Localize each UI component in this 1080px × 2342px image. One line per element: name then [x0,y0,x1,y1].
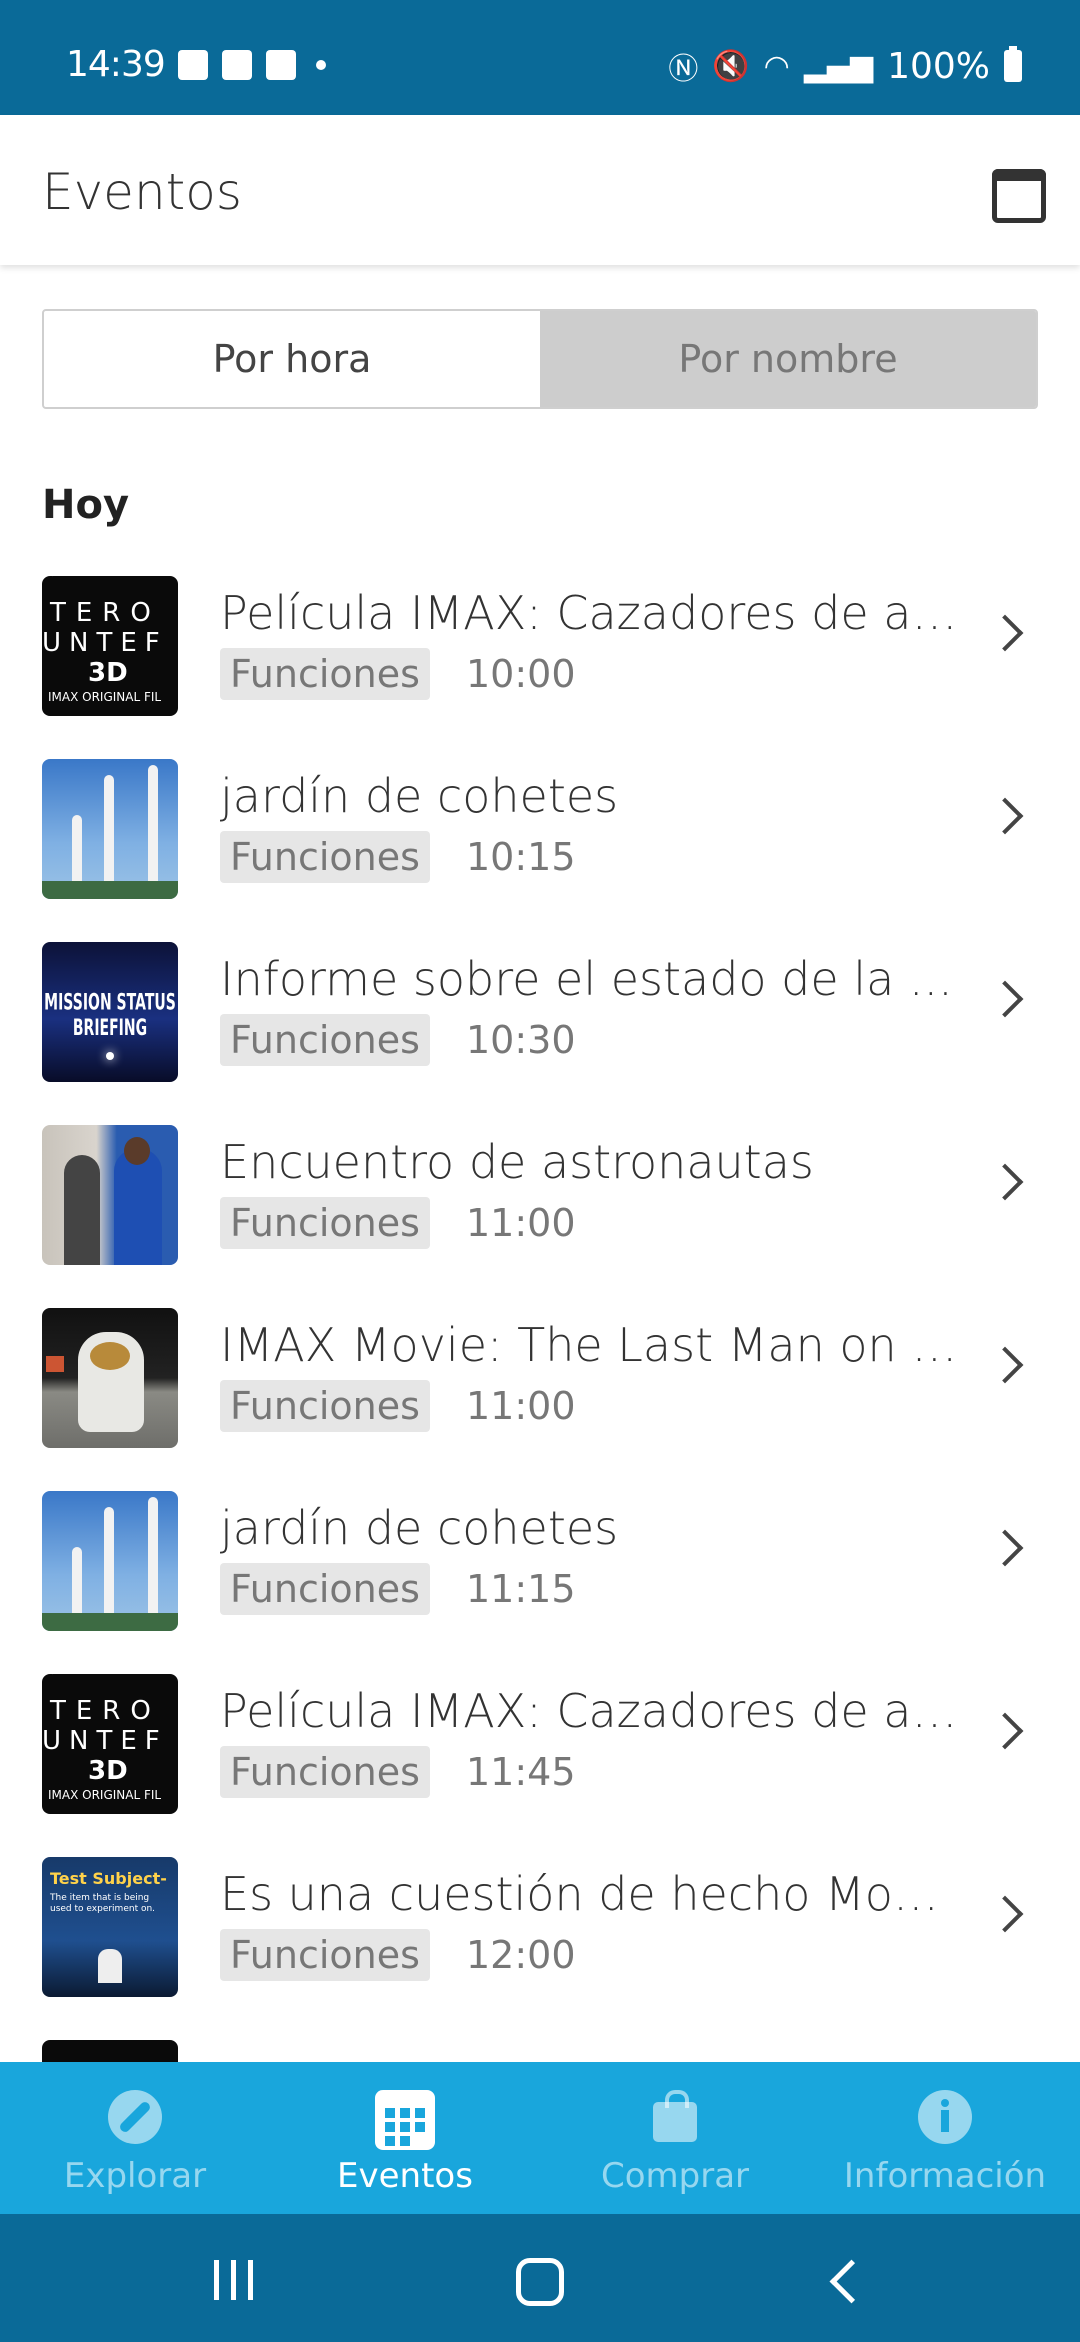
mute-icon: 🔇 [712,48,750,84]
event-thumbnail: TERO UNTEF 3D IMAX ORIGINAL FIL [42,576,178,716]
event-title: IMAX Movie: The Last Man on t... [220,1318,960,1372]
nav-eventos[interactable]: Eventos [270,2062,540,2214]
event-tag: Funciones [220,1929,430,1981]
nav-informacion[interactable]: Información [810,2062,1080,2214]
event-row[interactable]: Test Subject- The item that is being use… [0,1841,1080,2024]
chevron-right-icon [986,1712,1024,1750]
event-row[interactable]: TERO UNTEF 3D IMAX ORIGINAL FIL Película… [0,560,1080,743]
event-title: Es una cuestión de hecho Mos... [220,1867,960,1921]
event-time: 10:30 [466,1018,576,1062]
segment-por-nombre[interactable]: Por nombre [540,311,1036,407]
recent-apps-button[interactable] [214,2260,253,2300]
nav-explorar[interactable]: Explorar [0,2062,270,2214]
shopping-bag-icon [647,2090,703,2146]
back-button[interactable] [829,2259,874,2304]
chevron-right-icon [986,1895,1024,1933]
system-navigation-bar [0,2214,1080,2342]
battery-icon [1004,46,1022,82]
image-icon [178,50,208,80]
notification-icons [178,50,326,80]
event-thumbnail [42,1308,178,1448]
status-time: 14:39 [66,44,166,85]
event-time: 10:00 [466,652,576,696]
event-time: 10:15 [466,835,576,879]
event-time: 11:15 [466,1567,576,1611]
event-thumbnail: TERO UNTEF 3D IMAX ORIGINAL FIL [42,1674,178,1814]
event-time: 11:00 [466,1384,576,1428]
event-row[interactable]: MISSION STATUS BRIEFING Informe sobre el… [0,926,1080,1109]
calendar-29-icon [222,50,252,80]
event-row[interactable]: TERO UNTEF 3D IMAX ORIGINAL FIL Película… [0,1658,1080,1841]
event-tag: Funciones [220,1197,430,1249]
event-title: Informe sobre el estado de la ... [220,952,953,1006]
event-thumbnail: MISSION STATUS BRIEFING [42,942,178,1082]
compass-icon [108,2090,162,2144]
info-icon [918,2090,972,2144]
event-tag: Funciones [220,831,430,883]
status-bar: 14:39 Ⓝ 🔇 ◠ ▂▄▆ 100% [0,0,1080,115]
event-thumbnail: Test Subject- The item that is being use… [42,1857,178,1997]
event-time: 11:00 [466,1201,576,1245]
event-thumbnail [42,1491,178,1631]
event-list: TERO UNTEF 3D IMAX ORIGINAL FIL Película… [0,560,1080,2207]
event-time: 11:45 [466,1750,576,1794]
battery-percent: 100% [887,45,990,87]
event-title: Encuentro de astronautas [220,1135,814,1189]
section-title-today: Hoy [42,482,130,528]
check-icon [266,50,296,80]
chevron-right-icon [986,614,1024,652]
nav-label: Eventos [337,2156,473,2196]
chevron-right-icon [986,980,1024,1018]
event-tag: Funciones [220,1746,430,1798]
event-tag: Funciones [220,648,430,700]
nav-label: Información [843,2156,1047,2196]
event-thumbnail [42,759,178,899]
event-tag: Funciones [220,1563,430,1615]
calendar-grid-icon [375,2090,435,2150]
nav-comprar[interactable]: Comprar [540,2062,810,2214]
dot-icon [316,60,326,70]
calendar-icon[interactable] [988,159,1046,223]
event-row[interactable]: jardín de cohetes Funciones 10:15 [0,743,1080,926]
event-row[interactable]: Encuentro de astronautas Funciones 11:00 [0,1109,1080,1292]
event-time: 12:00 [466,1933,576,1977]
event-tag: Funciones [220,1380,430,1432]
chevron-right-icon [986,1346,1024,1384]
app-header: Eventos [0,115,1080,265]
sort-segmented-control: Por hora Por nombre [42,309,1038,409]
event-tag: Funciones [220,1014,430,1066]
nav-label: Comprar [600,2156,750,2196]
event-row[interactable]: jardín de cohetes Funciones 11:15 [0,1475,1080,1658]
system-status: Ⓝ 🔇 ◠ ▂▄▆ 100% [668,44,1022,88]
event-title: jardín de cohetes [220,1501,619,1555]
nav-label: Explorar [63,2156,207,2196]
page-title: Eventos [42,163,242,221]
bottom-navigation: Explorar Eventos Comprar Información [0,2062,1080,2214]
segment-por-hora[interactable]: Por hora [44,311,540,407]
home-button[interactable] [516,2258,564,2306]
event-title: Película IMAX: Cazadores de as... [220,586,960,640]
event-title: Película IMAX: Cazadores de as... [220,1684,960,1738]
event-thumbnail [42,1125,178,1265]
event-row[interactable]: IMAX Movie: The Last Man on t... Funcion… [0,1292,1080,1475]
chevron-right-icon [986,1163,1024,1201]
chevron-right-icon [986,1529,1024,1567]
wifi-icon: ◠ [763,48,790,84]
event-title: jardín de cohetes [220,769,619,823]
signal-icon: ▂▄▆ [803,48,874,84]
nfc-icon: Ⓝ [668,52,699,87]
chevron-right-icon [986,797,1024,835]
